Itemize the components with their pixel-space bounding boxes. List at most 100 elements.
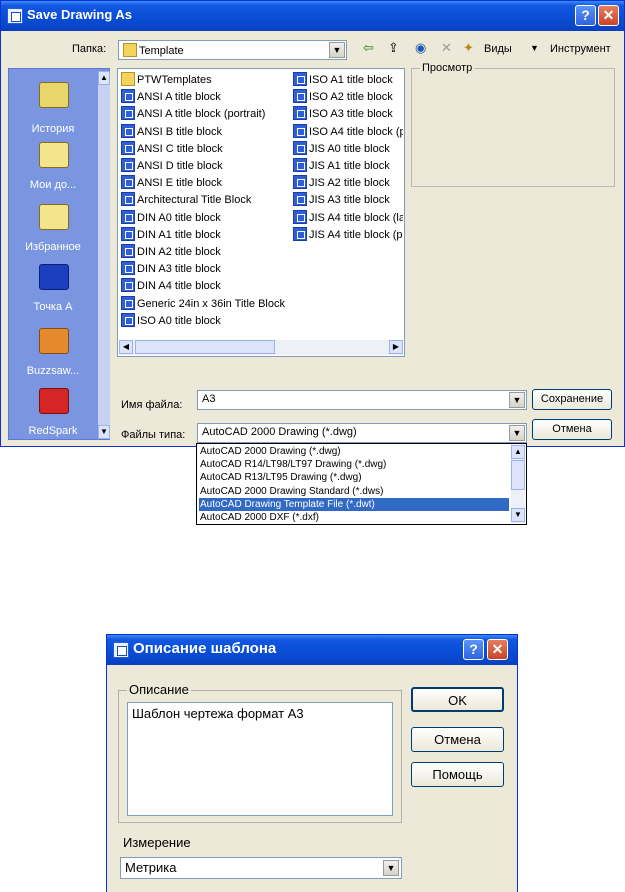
dropdown-scroll-up-icon[interactable]: ▲ [511,445,525,459]
back-arrow-icon[interactable]: ⇦ [363,40,374,56]
file-item[interactable]: PTWTemplates [121,72,212,89]
places-bar: История Мои до... Избранное Точка А Buzz… [8,68,110,440]
preview-group: Просмотр [411,62,615,187]
hscroll-left-icon[interactable]: ◀ [119,340,133,354]
cancel-button[interactable]: Отмена [532,419,612,440]
close-title-button[interactable]: ✕ [487,639,508,660]
filename-input[interactable]: A3 [197,390,527,410]
description-label: Описание [127,682,191,697]
file-item-label: ANSI E title block [137,177,222,190]
filetype-label: Файлы типа: [121,429,186,441]
file-item[interactable]: DIN A4 title block [121,278,221,295]
file-item[interactable]: JIS A2 title block [293,175,403,192]
hscroll-thumb[interactable] [135,340,275,354]
filetype-option[interactable]: AutoCAD 2000 Drawing (*.dwg) [199,445,509,458]
template-file-icon [121,89,135,104]
measurement-dropdown-arrow-icon[interactable]: ▼ [383,860,399,876]
file-item-label: ISO A3 title block [309,108,393,121]
file-item-label: DIN A0 title block [137,211,221,224]
file-item[interactable]: JIS A0 title block [293,140,403,158]
description-textarea[interactable]: Шаблон чертежа формат А3 [127,702,393,816]
file-item[interactable]: DIN A3 title block [121,261,221,278]
template-file-icon [121,192,135,207]
file-item[interactable]: ANSI A title block [121,89,221,106]
filetype-option[interactable]: AutoCAD 2000 Drawing Standard (*.dws) [199,485,509,498]
file-item[interactable]: JIS A4 title block (p [293,226,403,244]
file-item[interactable]: ISO A0 title block [121,312,221,330]
search-web-icon[interactable]: ◉ [415,40,426,56]
file-item[interactable]: ISO A4 title block (p [293,123,403,141]
folder-icon [123,43,137,57]
filetype-select[interactable]: AutoCAD 2000 Drawing (*.dwg) [197,423,527,443]
file-item[interactable]: JIS A1 title block [293,158,403,175]
places-scrollbar[interactable]: ▲ ▼ [98,71,110,439]
help-title-button[interactable]: ? [575,5,596,26]
save-button[interactable]: Сохранение [532,389,612,410]
file-item[interactable]: Generic 24in x 36in Title Block [121,295,285,313]
folder-dropdown-arrow-icon[interactable]: ▼ [329,42,345,58]
file-item[interactable]: DIN A0 title block [121,209,221,227]
places-scroll-down-icon[interactable]: ▼ [98,425,110,439]
file-item[interactable]: ANSI C title block [121,140,223,158]
template-file-icon [293,192,307,207]
network-place-icon [39,264,69,290]
filetype-option[interactable]: AutoCAD R13/LT95 Drawing (*.dwg) [199,471,509,484]
template-description-dialog: Описание шаблона ? ✕ Описание Шаблон чер… [106,634,518,892]
folder-icon [121,72,135,86]
file-item-label: Generic 24in x 36in Title Block [137,297,285,310]
file-item[interactable]: ISO A2 title block [293,89,403,106]
preview-label: Просмотр [420,62,475,74]
filetype-option[interactable]: AutoCAD Drawing Template File (*.dwt) [199,497,509,511]
file-item[interactable]: ANSI D title block [121,158,223,175]
dropdown-scrollbar[interactable]: ▲ ▼ [511,445,525,523]
close-title-button[interactable]: ✕ [598,5,619,26]
file-item[interactable]: JIS A4 title block (la [293,209,403,227]
template-file-icon [121,209,135,224]
template-help-button[interactable]: Помощь [411,762,504,787]
file-item[interactable]: ANSI E title block [121,175,222,192]
views-menu[interactable]: Виды [484,43,512,55]
dropdown-scroll-thumb[interactable] [511,460,525,490]
help-title-button[interactable]: ? [463,639,484,660]
delete-icon[interactable]: ✕ [441,40,452,56]
my-documents-icon [39,142,69,168]
file-item[interactable]: ISO A3 title block [293,106,403,123]
up-folder-icon[interactable]: ⇪ [388,40,399,56]
template-file-icon [121,244,135,258]
file-list-hscrollbar[interactable]: ◀ ▶ [119,340,403,355]
filetype-dropdown-list[interactable]: ▲ ▼ AutoCAD 2000 Drawing (*.dwg) AutoCAD … [196,443,527,525]
file-list[interactable]: ◀ ▶ PTWTemplates ANSI A title block ANSI A… [117,68,405,357]
filetype-option[interactable]: AutoCAD 2000 DXF (*.dxf) [199,511,509,524]
template-file-icon [121,175,135,190]
folder-select[interactable]: Template [118,40,347,60]
filetype-option[interactable]: AutoCAD R14/LT98/LT97 Drawing (*.dwg) [199,458,509,471]
file-item[interactable]: Architectural Title Block [121,192,251,209]
file-item[interactable]: ANSI B title block [121,123,222,141]
ok-button[interactable]: OK [411,687,504,712]
file-item-label: JIS A0 title block [309,142,390,155]
filename-label: Имя файла: [121,399,183,411]
file-item-label: Architectural Title Block [137,194,252,207]
measurement-select[interactable]: Метрика [120,857,402,879]
tools-menu[interactable]: Инструмент [550,43,611,55]
template-file-icon [293,89,307,104]
file-item[interactable]: ANSI A title block (portrait) [121,106,265,123]
template-file-icon [293,123,307,138]
measurement-label: Измерение [123,835,191,850]
hscroll-right-icon[interactable]: ▶ [389,340,403,354]
buzzsaw-icon [39,328,69,354]
file-item[interactable]: ISO A1 title block [293,72,403,89]
save-dialog-title: Save Drawing As [27,7,133,22]
file-item[interactable]: DIN A1 title block [121,226,221,244]
filename-dropdown-arrow-icon[interactable]: ▼ [509,392,525,408]
new-folder-icon[interactable]: ✦ [463,40,474,56]
filetype-dropdown-arrow-icon[interactable]: ▼ [509,425,525,441]
dropdown-scroll-down-icon[interactable]: ▼ [511,508,525,522]
template-file-icon [293,72,307,86]
file-item[interactable]: DIN A2 title block [121,244,221,261]
file-item[interactable]: JIS A3 title block [293,192,403,209]
views-dropdown-arrow-icon[interactable]: ▼ [530,43,539,53]
template-file-icon [293,175,307,190]
template-cancel-button[interactable]: Отмена [411,727,504,752]
places-scroll-up-icon[interactable]: ▲ [98,71,110,85]
